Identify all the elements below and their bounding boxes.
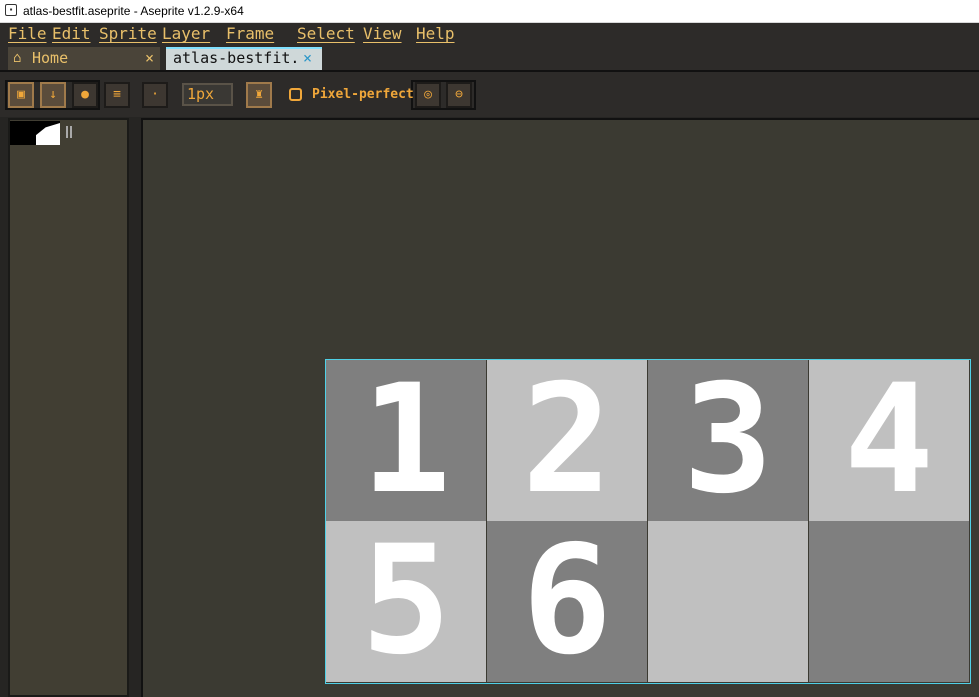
sprite-cell-1: 1 — [326, 360, 486, 521]
tab-file-close-icon[interactable]: × — [303, 47, 312, 69]
menu-select[interactable]: Select — [297, 24, 355, 44]
tab-strip: ⌂ Home × atlas-bestfit.ase × — [0, 45, 979, 72]
menu-file[interactable]: File — [8, 24, 47, 44]
dot-icon[interactable]: · — [142, 82, 168, 108]
menu-help[interactable]: Help — [416, 24, 455, 44]
sprite-cell-5: 5 — [326, 521, 486, 682]
tab-file-label: atlas-bestfit.ase — [173, 49, 297, 67]
menu-edit[interactable]: Edit — [52, 24, 91, 44]
pixel-perfect-checkbox[interactable] — [289, 88, 302, 101]
lock-icon[interactable]: ▣ — [8, 82, 34, 108]
layer-thumbnail[interactable] — [10, 121, 60, 145]
pixel-perfect-label[interactable]: Pixel-perfect — [312, 86, 414, 104]
menu-frame[interactable]: Frame — [226, 24, 274, 44]
menu-view[interactable]: View — [363, 24, 402, 44]
timeline-panel — [8, 118, 129, 697]
sprite-cell-6: 6 — [487, 521, 647, 682]
tab-atlas-bestfit[interactable]: atlas-bestfit.ase × — [166, 47, 322, 70]
window-title: atlas-bestfit.aseprite - Aseprite v1.2.9… — [23, 4, 244, 18]
menu-sprite[interactable]: Sprite — [99, 24, 157, 44]
vertical-symmetry-icon[interactable]: ◎ — [415, 82, 441, 108]
sprite-cell-empty-1 — [648, 521, 808, 682]
grip-handle[interactable] — [66, 126, 72, 138]
menu-layer[interactable]: Layer — [162, 24, 210, 44]
sprite-cell-2: 2 — [487, 360, 647, 521]
tab-home[interactable]: ⌂ Home × — [8, 47, 160, 70]
arrow-down-icon[interactable]: ↓ — [40, 82, 66, 108]
sprite-cell-3: 3 — [648, 360, 808, 521]
tab-home-label: Home — [32, 49, 69, 67]
sprite-cell-empty-2 — [809, 521, 969, 682]
sprite-canvas[interactable]: 1 2 3 4 5 6 — [325, 359, 971, 684]
horizontal-symmetry-icon[interactable]: ⊖ — [446, 82, 472, 108]
home-icon: ⌂ — [13, 50, 22, 66]
menu-bar: File Edit Sprite Layer Frame Select View… — [0, 23, 979, 45]
sprite-cell-4: 4 — [809, 360, 969, 521]
blob-icon[interactable]: ● — [72, 82, 98, 108]
app-icon: ▪ — [5, 4, 17, 16]
context-toolbar: ▣ ↓ ● ≡ · ♜ ◎ ⊖ — [0, 72, 979, 117]
lines-icon[interactable]: ≡ — [104, 82, 130, 108]
title-bar: ▪ atlas-bestfit.aseprite - Aseprite v1.2… — [0, 0, 979, 23]
tab-home-close-icon[interactable]: × — [145, 47, 154, 69]
ink-icon[interactable]: ♜ — [246, 82, 272, 108]
brush-size-field[interactable]: 1px — [182, 83, 233, 106]
